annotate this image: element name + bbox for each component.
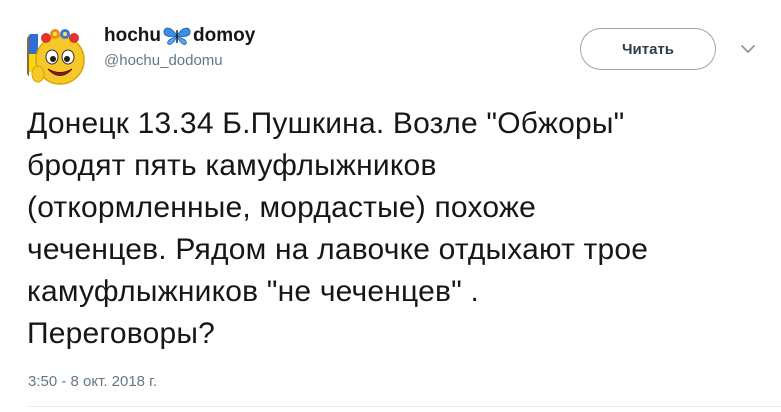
- display-name-part2: domoy: [193, 25, 256, 46]
- tweet-text: Донецк 13.34 Б.Пушкина. Возле "Обжоры" б…: [27, 107, 649, 350]
- divider: [28, 406, 781, 407]
- smiley-face-icon: [22, 22, 90, 90]
- user-handle[interactable]: @hochu_dodomu: [104, 51, 255, 71]
- butterfly-icon: [162, 26, 192, 46]
- display-name-part1: hochu: [104, 25, 161, 46]
- tweet-timestamp[interactable]: 3:50 - 8 окт. 2018 г.: [28, 372, 157, 392]
- follow-button[interactable]: Читать: [580, 28, 716, 70]
- display-name[interactable]: hochu domoy: [104, 24, 255, 48]
- chevron-down-icon[interactable]: [738, 41, 758, 57]
- tweet-card: hochu domoy @hochu_dodomu Читать Донецк …: [0, 0, 781, 412]
- user-names: hochu domoy @hochu_dodomu: [104, 24, 255, 71]
- avatar[interactable]: [22, 22, 90, 90]
